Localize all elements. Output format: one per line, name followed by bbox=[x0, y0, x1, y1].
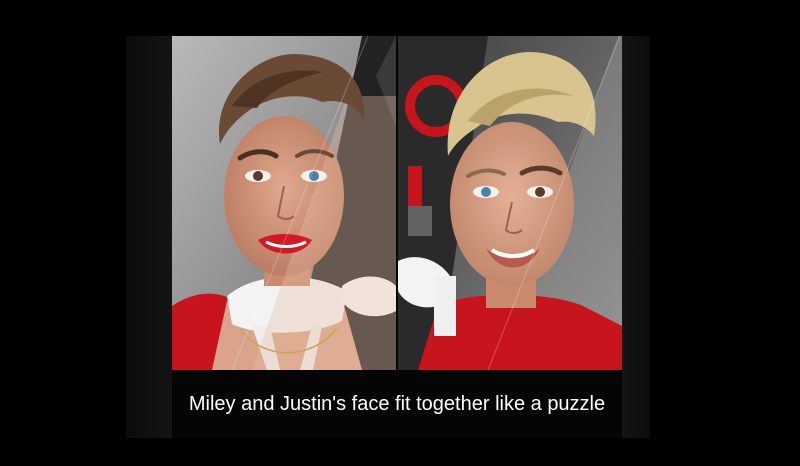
right-composite-photo bbox=[398, 36, 622, 370]
caption-text: Miley and Justin's face fit together lik… bbox=[188, 393, 606, 415]
left-dark-border bbox=[126, 36, 172, 438]
right-dark-border bbox=[622, 36, 650, 438]
caption-area: Miley and Justin's face fit together lik… bbox=[172, 370, 622, 438]
meme-frame: Miley and Justin's face fit together lik… bbox=[0, 0, 800, 466]
left-composite-photo bbox=[172, 36, 396, 370]
